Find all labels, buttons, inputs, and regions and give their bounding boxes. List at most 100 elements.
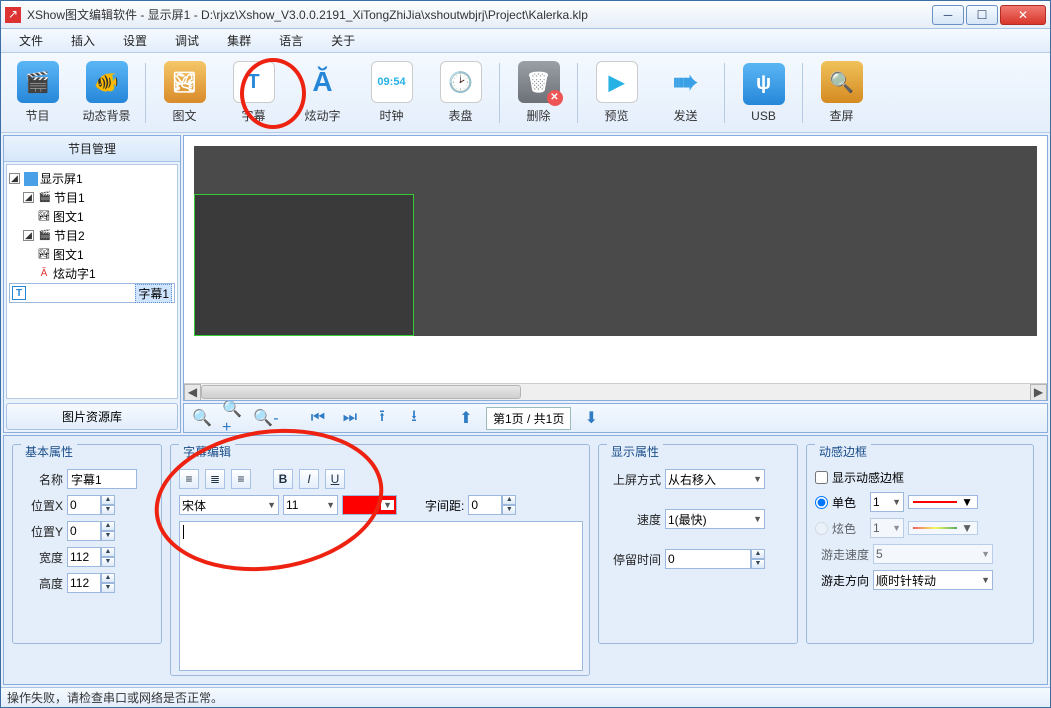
pos-x-input[interactable] [67, 495, 101, 515]
menu-debug[interactable]: 调试 [163, 30, 211, 51]
show-border-checkbox[interactable] [815, 471, 828, 484]
menu-bar: 文件 插入 设置 调试 集群 语言 关于 [1, 29, 1050, 53]
tree-p2[interactable]: 节目2 [54, 227, 85, 244]
tree-toggle[interactable]: ◢ [23, 230, 34, 241]
spin-up[interactable]: ▲ [502, 495, 516, 505]
tree-toggle[interactable]: ◢ [9, 173, 20, 184]
underline-button[interactable]: U [325, 469, 345, 489]
single-num-select[interactable]: 1▼ [870, 492, 904, 512]
tree-p2b[interactable]: 炫动字1 [53, 265, 96, 282]
border-dir-select[interactable]: 顺时针转动▼ [873, 570, 993, 590]
tb-preview[interactable]: ▶预览 [584, 57, 649, 129]
usb-icon: ψ [743, 63, 785, 105]
scroll-right[interactable]: ▶ [1030, 384, 1047, 401]
tb-dial[interactable]: 🕑表盘 [428, 57, 493, 129]
page-bottom-icon[interactable]: ⭳ [402, 406, 426, 430]
menu-cluster[interactable]: 集群 [215, 30, 263, 51]
tb-imgtext[interactable]: 🏞图文 [152, 57, 217, 129]
group-disp: 显示属性 [607, 443, 663, 460]
tb-bg[interactable]: 🐠动态背景 [74, 57, 139, 129]
zoom-out-icon[interactable]: 🔍- [254, 406, 278, 430]
spin-up[interactable]: ▲ [101, 495, 115, 505]
spacing-input[interactable] [468, 495, 502, 515]
spin-up[interactable]: ▲ [751, 549, 765, 559]
tb-clock[interactable]: 09:54时钟 [359, 57, 424, 129]
spin-up[interactable]: ▲ [101, 547, 115, 557]
maximize-button[interactable]: ☐ [966, 5, 998, 25]
spin-down[interactable]: ▼ [101, 505, 115, 515]
single-color-preview[interactable]: ▼ [908, 495, 978, 509]
window-title: XShow图文编辑软件 - 显示屏1 - D:\rjxz\Xshow_V3.0.… [27, 6, 932, 23]
tree-toggle[interactable]: ◢ [23, 192, 34, 203]
color-select[interactable]: ▼ [342, 495, 397, 515]
bold-button[interactable]: B [273, 469, 293, 489]
tb-program[interactable]: 🎬节目 [5, 57, 70, 129]
single-color-radio[interactable] [815, 496, 828, 509]
group-border: 动感边框 [815, 443, 871, 460]
align-center-button[interactable]: ≣ [205, 469, 225, 489]
tree-p1[interactable]: 节目1 [54, 189, 85, 206]
tb-delete[interactable]: 🗑删除 [506, 57, 571, 129]
italic-button[interactable]: I [299, 469, 319, 489]
pos-y-input[interactable] [67, 521, 101, 541]
first-page-icon[interactable]: ⏮ [306, 406, 330, 430]
play-icon: ▶ [596, 61, 638, 103]
screen-icon [24, 172, 38, 186]
tb-send[interactable]: ➠发送 [653, 57, 718, 129]
menu-about[interactable]: 关于 [319, 30, 367, 51]
tb-check[interactable]: 🔍查屏 [809, 57, 874, 129]
stay-input[interactable] [665, 549, 751, 569]
scroll-left[interactable]: ◀ [184, 384, 201, 401]
trash-icon: 🗑 [518, 61, 560, 103]
subtitle-region[interactable] [194, 194, 414, 336]
film-icon: 🎬 [38, 191, 52, 205]
tree-p2a[interactable]: 图文1 [53, 246, 84, 263]
spin-down[interactable]: ▼ [101, 531, 115, 541]
group-basic: 基本属性 [21, 443, 77, 460]
page-top-icon[interactable]: ⭱ [370, 406, 394, 430]
fancy-color-preview: ▼ [908, 521, 978, 535]
size-select[interactable]: 11▼ [283, 495, 338, 515]
tree-p1a[interactable]: 图文1 [53, 208, 84, 225]
tb-subtitle[interactable]: T字幕 [221, 57, 286, 129]
tree-p2c[interactable]: 字幕1 [135, 284, 172, 303]
tb-usb[interactable]: ψUSB [731, 57, 796, 129]
font-select[interactable]: 宋体▼ [179, 495, 279, 515]
status-text: 操作失败，请检查串口或网络是否正常。 [7, 689, 223, 706]
menu-settings[interactable]: 设置 [111, 30, 159, 51]
close-button[interactable]: ✕ [1000, 5, 1046, 25]
program-tree[interactable]: ◢显示屏1 ◢🎬节目1 🏞图文1 ◢🎬节目2 🏞图文1 Ă炫动字1 T字幕1 [6, 164, 178, 399]
zoom-fit-icon[interactable]: 🔍 [190, 406, 214, 430]
tree-root[interactable]: 显示屏1 [40, 170, 83, 187]
group-edit: 字幕编辑 [179, 443, 235, 460]
resource-library-button[interactable]: 图片资源库 [6, 403, 178, 430]
arrow-down-icon[interactable]: ⬇ [579, 406, 603, 430]
zoom-in-icon[interactable]: 🔍+ [222, 406, 246, 430]
height-input[interactable] [67, 573, 101, 593]
canvas-area[interactable]: ◀ ▶ [183, 135, 1048, 401]
page-indicator: 第1页 / 共1页 [486, 407, 571, 430]
fish-icon: 🐠 [86, 61, 128, 103]
width-input[interactable] [67, 547, 101, 567]
arrow-up-icon[interactable]: ⬆ [454, 406, 478, 430]
spin-up[interactable]: ▲ [101, 521, 115, 531]
minimize-button[interactable]: ─ [932, 5, 964, 25]
next-page-icon[interactable]: ⏭ [338, 406, 362, 430]
align-right-button[interactable]: ≡ [231, 469, 251, 489]
scroll-thumb[interactable] [201, 385, 521, 399]
subtitle-textarea[interactable] [179, 521, 583, 671]
menu-insert[interactable]: 插入 [59, 30, 107, 51]
menu-language[interactable]: 语言 [267, 30, 315, 51]
speed-select[interactable]: 1(最快)▼ [665, 509, 765, 529]
align-left-button[interactable]: ≡ [179, 469, 199, 489]
spin-down[interactable]: ▼ [751, 559, 765, 569]
spin-down[interactable]: ▼ [101, 583, 115, 593]
spin-up[interactable]: ▲ [101, 573, 115, 583]
send-icon: ➠ [665, 61, 707, 103]
menu-file[interactable]: 文件 [7, 30, 55, 51]
spin-down[interactable]: ▼ [502, 505, 516, 515]
name-input[interactable] [67, 469, 137, 489]
mode-select[interactable]: 从右移入▼ [665, 469, 765, 489]
tb-fancy[interactable]: Ă炫动字 [290, 57, 355, 129]
spin-down[interactable]: ▼ [101, 557, 115, 567]
